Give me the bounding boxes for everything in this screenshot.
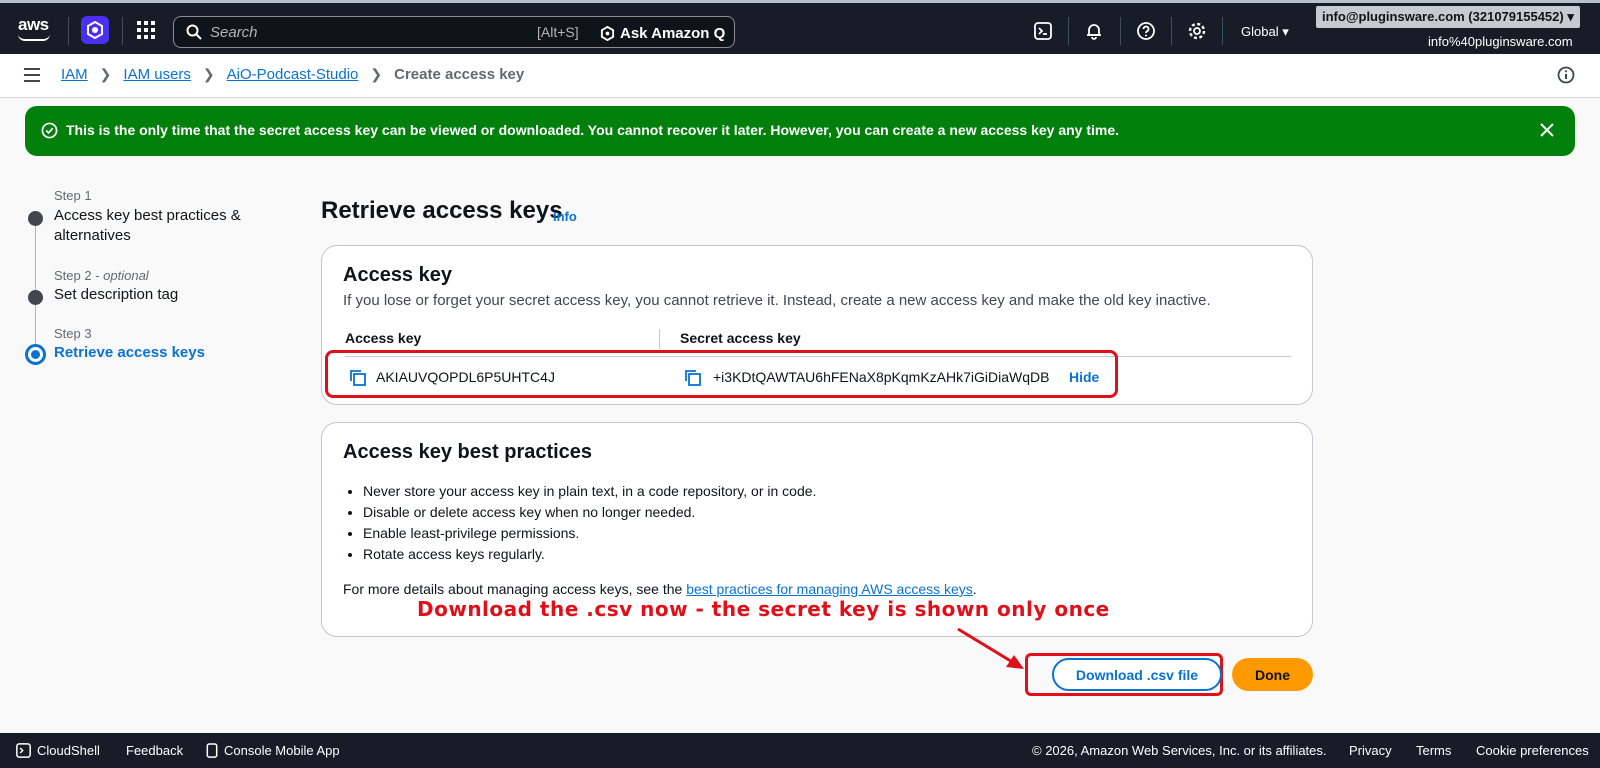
column-header-access-key: Access key <box>345 330 422 346</box>
list-item: Disable or delete access key when no lon… <box>363 502 816 523</box>
search-bar[interactable]: [Alt+S] Ask Amazon Q <box>173 16 735 48</box>
chevron-right-icon: ❯ <box>370 66 383 82</box>
page-title: Retrieve access keys <box>321 197 563 224</box>
cloudshell-icon[interactable] <box>1033 21 1053 41</box>
nav-divider <box>1120 17 1121 45</box>
region-selector[interactable]: Global ▾ <box>1241 24 1289 40</box>
list-item: Enable least-privilege permissions. <box>363 523 816 544</box>
access-key-panel: Access key If you lose or forget your se… <box>321 245 1313 405</box>
download-csv-button[interactable]: Download .csv file <box>1052 658 1222 691</box>
bell-icon[interactable] <box>1084 21 1104 41</box>
amazon-q-icon <box>600 25 615 41</box>
search-icon <box>186 24 202 40</box>
nav-divider <box>1222 17 1223 45</box>
annotation-text: Download the .csv now - the secret key i… <box>417 597 1110 621</box>
close-icon[interactable] <box>1537 120 1557 140</box>
aws-smile-icon <box>18 34 50 41</box>
flash-message: This is the only time that the secret ac… <box>66 122 1120 138</box>
column-header-secret: Secret access key <box>680 330 801 346</box>
done-button[interactable]: Done <box>1232 658 1313 691</box>
services-grid-icon[interactable] <box>137 21 155 39</box>
access-key-description: If you lose or forget your secret access… <box>343 292 1211 309</box>
step-indicator <box>28 211 43 226</box>
cloudshell-icon <box>16 743 31 758</box>
footer-feedback[interactable]: Feedback <box>126 743 183 758</box>
ask-amazon-q-button[interactable]: Ask Amazon Q <box>600 22 725 44</box>
step-indicator <box>28 290 43 305</box>
nav-divider <box>1171 17 1172 45</box>
menu-icon[interactable] <box>24 68 40 82</box>
breadcrumb-iam-users[interactable]: IAM users <box>123 66 191 83</box>
nav-divider <box>68 17 69 45</box>
annotation-arrow <box>957 627 1024 669</box>
chevron-right-icon: ❯ <box>99 66 112 82</box>
best-practices-heading: Access key best practices <box>343 441 593 463</box>
nav-divider <box>1068 17 1069 45</box>
success-check-icon <box>41 122 58 139</box>
breadcrumb: IAM ❯ IAM users ❯ AiO-Podcast-Studio ❯ C… <box>61 66 524 83</box>
step-indicator-active <box>25 344 46 365</box>
best-practices-list: Never store your access key in plain tex… <box>363 481 816 565</box>
account-menu[interactable]: info@pluginsware.com (321079155452) ▾ <box>1316 6 1580 28</box>
footer-copyright: © 2026, Amazon Web Services, Inc. or its… <box>1032 743 1327 758</box>
account-username: info%40pluginsware.com <box>1428 34 1573 49</box>
success-flashbar: This is the only time that the secret ac… <box>25 106 1575 156</box>
help-icon[interactable] <box>1136 21 1156 41</box>
footer-mobile-app[interactable]: Console Mobile App <box>206 743 340 758</box>
list-item: Rotate access keys regularly. <box>363 544 816 565</box>
breadcrumb-bar: IAM ❯ IAM users ❯ AiO-Podcast-Studio ❯ C… <box>0 54 1600 98</box>
footer-cloudshell[interactable]: CloudShell <box>16 743 100 758</box>
column-divider <box>659 329 660 349</box>
breadcrumb-iam[interactable]: IAM <box>61 66 88 83</box>
info-link[interactable]: Info <box>553 209 577 224</box>
search-shortcut: [Alt+S] <box>537 24 579 40</box>
top-navigation: aws [Alt+S] Ask Amazon Q Global ▾ info@p… <box>0 0 1600 54</box>
more-details-text: For more details about managing access k… <box>343 581 977 597</box>
gear-icon[interactable] <box>1187 21 1207 41</box>
footer-privacy-link[interactable]: Privacy <box>1349 743 1392 758</box>
nav-divider <box>122 17 123 45</box>
list-item: Never store your access key in plain tex… <box>363 481 816 502</box>
footer-cookie-preferences-link[interactable]: Cookie preferences <box>1476 743 1589 758</box>
breadcrumb-user[interactable]: AiO-Podcast-Studio <box>227 66 359 83</box>
highlight-box <box>325 350 1118 398</box>
chevron-right-icon: ❯ <box>202 66 215 82</box>
footer-terms-link[interactable]: Terms <box>1416 743 1451 758</box>
search-input[interactable] <box>210 21 510 43</box>
breadcrumb-current: Create access key <box>394 66 525 83</box>
best-practices-link[interactable]: best practices for managing AWS access k… <box>686 581 973 597</box>
info-icon[interactable] <box>1557 66 1575 84</box>
aws-logo[interactable]: aws <box>16 15 52 43</box>
footer: CloudShell Feedback Console Mobile App ©… <box>0 733 1600 768</box>
mobile-phone-icon <box>206 743 218 758</box>
access-key-heading: Access key <box>343 264 452 286</box>
service-shortcut-icon[interactable] <box>81 16 109 44</box>
